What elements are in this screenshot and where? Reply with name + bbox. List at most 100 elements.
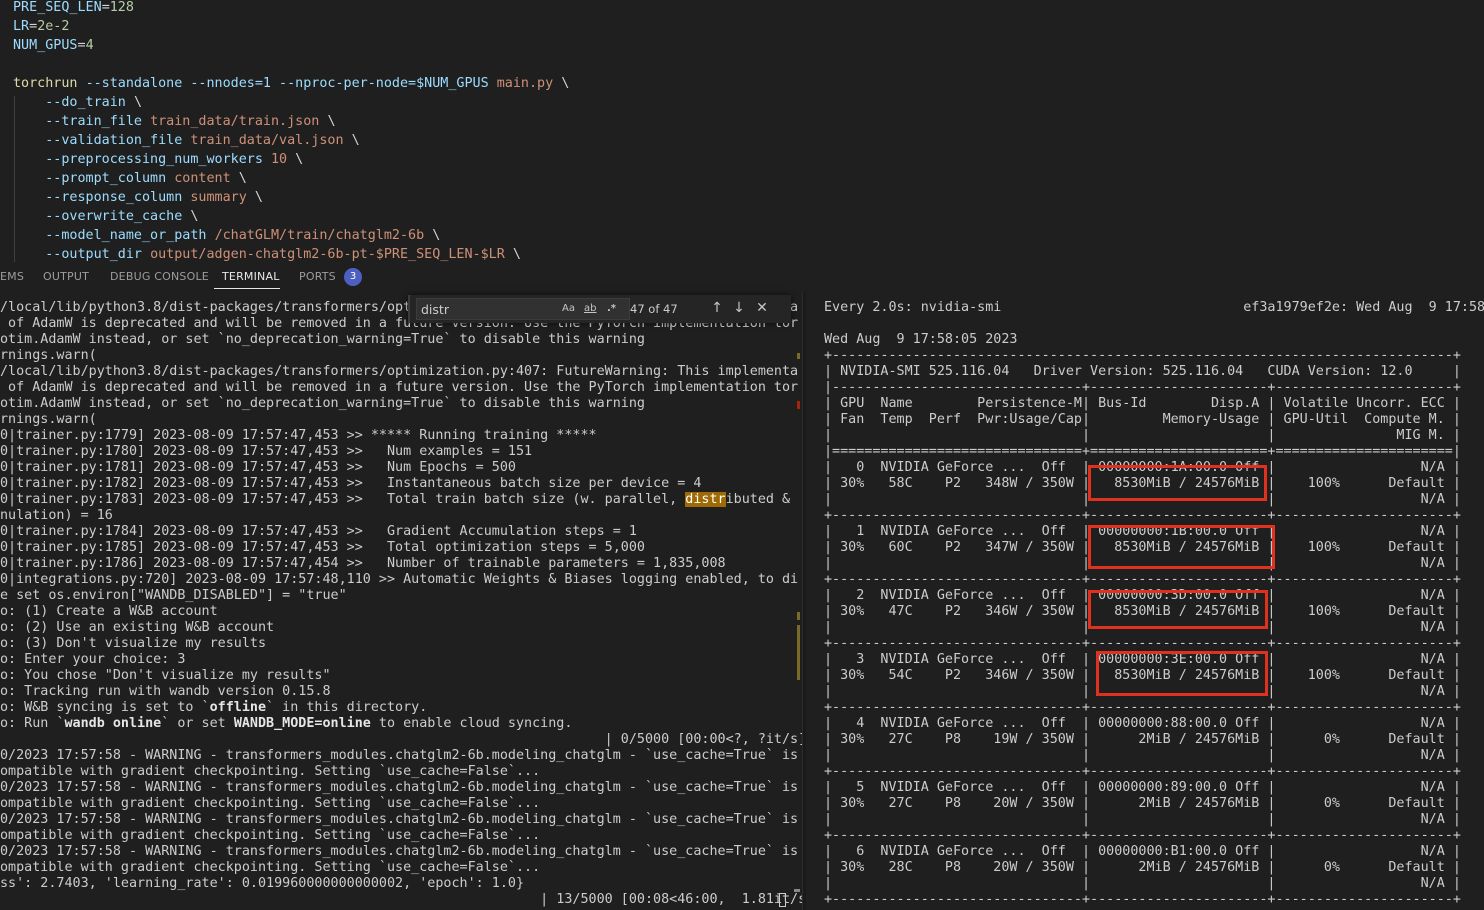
terminal-line: 0|trainer.py:1779] 2023-08-09 17:57:47,4…	[0, 428, 597, 443]
match-case-toggle[interactable]: Aa	[562, 303, 575, 314]
line-continuation: \	[512, 247, 521, 262]
tab-ports[interactable]: PORTS	[299, 270, 336, 283]
torchrun-command: torchrun	[13, 76, 78, 91]
terminal-line: o: You chose "Don't visualize my results…	[0, 668, 331, 683]
terminal-line: o: Enter your choice: 3	[0, 652, 186, 667]
terminal-line: o: (1) Create a W&B account	[0, 604, 218, 619]
script-name: main.py	[496, 76, 554, 91]
arg-value: /chatGLM/train/chatglm2-6b	[214, 228, 425, 243]
memory-usage-highlight-box	[1088, 465, 1267, 501]
terminal-text: in this directory.	[274, 700, 428, 715]
regex-toggle[interactable]: .*	[607, 303, 616, 314]
terminal-line: 0|trainer.py:1784] 2023-08-09 17:57:47,4…	[0, 524, 637, 539]
code-arg-line: --overwrite_cache \	[13, 207, 198, 226]
code-arg-line: --train_file train_data/train.json \	[13, 112, 336, 131]
terminal-line: otim.AdamW instead, or set `no_deprecati…	[0, 396, 645, 411]
var-name: NUM_GPUS	[13, 38, 78, 53]
terminal-line: o: (3) Don't visualize my results	[0, 636, 267, 651]
var-value: 2e-2	[37, 19, 70, 34]
arg-value: train_data/train.json	[150, 114, 320, 129]
whole-word-toggle[interactable]: ab	[584, 303, 596, 314]
arg-flag: --validation_file	[45, 133, 183, 148]
code-arg-line: --do_train \	[13, 93, 142, 112]
memory-usage-highlight-box	[1088, 525, 1275, 569]
line-continuation: \	[190, 209, 199, 224]
find-input[interactable]	[416, 298, 630, 320]
terminal-line: ss': 2.7403, 'learning_rate': 0.01996000…	[0, 876, 525, 891]
terminal-line: 0|trainer.py:1783] 2023-08-09 17:57:47,4…	[0, 492, 790, 508]
nvidia-smi-line: | 4 NVIDIA GeForce ... Off | 00000000:88…	[824, 716, 1461, 731]
tab-problems[interactable]: EMS	[0, 270, 24, 283]
line-continuation: \	[327, 114, 336, 129]
terminal-line: 0|trainer.py:1782] 2023-08-09 17:57:47,4…	[0, 476, 702, 491]
terminal-line: 0|trainer.py:1780] 2023-08-09 17:57:47,4…	[0, 444, 533, 459]
terminal-line: of AdamW is deprecated and will be remov…	[0, 380, 799, 395]
code-arg-line: --prompt_column content \	[13, 169, 247, 188]
code-line-3: NUM_GPUS=4	[13, 38, 94, 53]
terminal-line: 0/2023 17:57:58 - WARNING - transformers…	[0, 748, 799, 763]
nvidia-smi-line: Wed Aug 9 17:58:05 2023	[824, 332, 1018, 347]
line-continuation: \	[254, 190, 263, 205]
nvidia-smi-line: | | | N/A |	[824, 876, 1461, 891]
arg-flag: --do_train	[45, 95, 126, 110]
tab-terminal[interactable]: TERMINAL	[222, 270, 280, 283]
terminal-left[interactable]: /local/lib/python3.8/dist-packages/trans…	[0, 292, 802, 910]
code-arg-line: --model_name_or_path /chatGLM/train/chat…	[13, 226, 440, 245]
nvidia-smi-line: | NVIDIA-SMI 525.116.04 Driver Version: …	[824, 364, 1461, 379]
terminal-text: or set	[169, 716, 234, 731]
scrollbar-thumb[interactable]	[794, 889, 800, 892]
nvidia-smi-line: +-------------------------------+-------…	[824, 700, 1461, 715]
terminal-text: o: W&B syncing is set to	[0, 700, 202, 715]
terminal-cursor	[779, 893, 786, 907]
terminal-line: o: Run `wandb online` or set WANDB_MODE=…	[0, 716, 573, 731]
arg-flag: --prompt_column	[45, 171, 167, 186]
terminal-line: rnings.warn(	[0, 348, 97, 363]
ports-count-badge: 3	[344, 268, 362, 286]
terminal-line: 0/2023 17:57:58 - WARNING - transformers…	[0, 844, 799, 859]
terminal-line: o: Tracking run with wandb version 0.15.…	[0, 684, 331, 699]
var-name: PRE_SEQ_LEN	[13, 0, 102, 15]
terminal-line: 0|trainer.py:1781] 2023-08-09 17:57:47,4…	[0, 460, 516, 475]
tab-debug-console[interactable]: DEBUG CONSOLE	[110, 270, 209, 283]
nvidia-smi-line: +-------------------------------+-------…	[824, 636, 1461, 651]
terminal-text: ibuted &	[725, 492, 791, 507]
var-value: 4	[85, 38, 94, 53]
terminal-line: ompatible with gradient checkpointing. S…	[0, 796, 541, 811]
scrollbar-error-marker	[797, 401, 800, 409]
active-tab-indicator	[214, 288, 280, 289]
panel-tab-bar: EMS OUTPUT DEBUG CONSOLE TERMINAL PORTS	[0, 262, 1484, 291]
terminal-text: 0|trainer.py:1783] 2023-08-09 17:57:47,4…	[0, 492, 686, 507]
terminal-bold-text: offline	[209, 700, 267, 715]
arg-flag: --train_file	[45, 114, 142, 129]
terminal-line: o: (2) Use an existing W&B account	[0, 620, 275, 635]
terminal-line: nulation) = 16	[0, 508, 113, 523]
code-editor[interactable]: PRE_SEQ_LEN=128 LR=2e-2 NUM_GPUS=4 torch…	[0, 0, 1484, 262]
nvidia-smi-line: +-------------------------------+-------…	[824, 892, 1461, 907]
tab-output[interactable]: OUTPUT	[43, 270, 89, 283]
var-value: 128	[109, 0, 134, 15]
nvidia-smi-line: | Fan Temp Perf Pwr:Usage/Cap| Memory-Us…	[824, 412, 1461, 427]
terminal-line: ompatible with gradient checkpointing. S…	[0, 764, 541, 779]
terminal-line: 0|integrations.py:720] 2023-08-09 17:57:…	[0, 572, 799, 587]
arg-flag: --response_column	[45, 190, 183, 205]
line-continuation: \	[238, 171, 247, 186]
terminal-line: 0|trainer.py:1786] 2023-08-09 17:57:47,4…	[0, 556, 726, 571]
close-icon[interactable]: ✕	[753, 299, 771, 317]
arg-flag: --overwrite_cache	[45, 209, 183, 224]
nvidia-smi-line: | 30% 27C P8 19W / 350W | 2MiB / 24576Mi…	[824, 732, 1461, 747]
arrow-down-icon[interactable]: ↓	[730, 299, 748, 317]
arg-value: 10	[270, 152, 288, 167]
arg-value: train_data/val.json	[190, 133, 344, 148]
arrow-up-icon[interactable]: ↑	[708, 299, 726, 317]
arg-value: output/adgen-chatglm2-6b-pt-$PRE_SEQ_LEN…	[150, 247, 505, 262]
arg-flag: --output_dir	[45, 247, 142, 262]
nvidia-smi-line: | 6 NVIDIA GeForce ... Off | 00000000:B1…	[824, 844, 1461, 859]
nvidia-smi-line: +---------------------------------------…	[824, 348, 1461, 363]
terminal-bold-text: wandb online	[64, 716, 162, 731]
terminal-bold-text: WANDB_MODE=online	[233, 716, 371, 731]
terminal-line: /local/lib/python3.8/dist-packages/trans…	[0, 364, 799, 379]
terminal-line: | 13/5000 [00:08<46:00, 1.81it/s]	[0, 892, 802, 907]
nvidia-smi-line: |===============================+=======…	[824, 444, 1461, 459]
line-continuation: \	[432, 228, 441, 243]
nvidia-smi-line: | 5 NVIDIA GeForce ... Off | 00000000:89…	[824, 780, 1461, 795]
